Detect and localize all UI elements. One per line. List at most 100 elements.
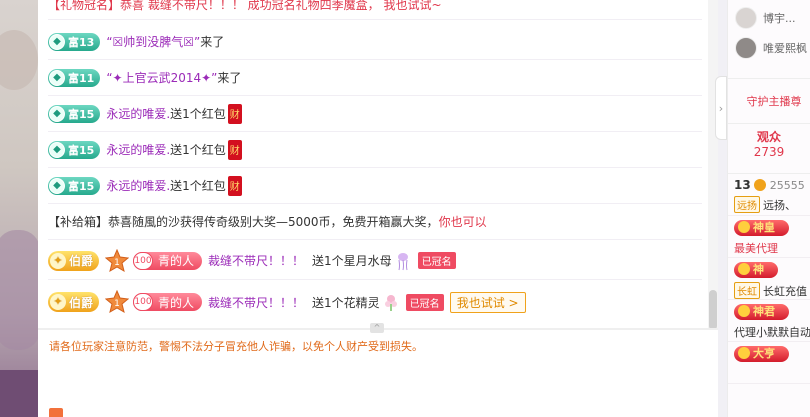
right-sidebar: 博宇... 唯爱熙枫 守护主播尊 观众 2739 13 25555 远扬 远扬、 … [727, 0, 810, 417]
chat-panel: 【礼物冠名】 恭喜 裁缝不带尺！！！ 成功冠名礼物四季魔盒， 我也试试~ ◆ 富1… [38, 0, 710, 417]
hongbao-action: 送1个红包 [170, 143, 226, 157]
collapse-handle[interactable]: ^ [370, 323, 384, 333]
wealth-level-text: 富15 [68, 179, 95, 193]
avatar [735, 7, 757, 29]
supply-box-tag: 【补给箱】 [48, 215, 109, 229]
viewer-name: 远扬、 [763, 199, 796, 212]
noble-badge-text: 神皇 [753, 221, 775, 234]
wealth-level-badge: ◆ 富11 [48, 68, 101, 87]
username-link[interactable]: 永远的唯爱. [106, 141, 170, 158]
viewer-tag: 远扬 [734, 196, 760, 213]
wing-icon: ✦ [50, 294, 66, 310]
red-envelope-icon[interactable]: 财 [227, 103, 242, 124]
entry-suffix: 来了 [200, 35, 225, 49]
avatar [735, 37, 757, 59]
announcement-tag: 【礼物冠名】 [48, 0, 121, 12]
hongbao-row: ◆ 富15 永远的唯爱. 送1个红包 财 [48, 96, 702, 132]
supply-box-link[interactable]: 你也可以 [439, 213, 487, 230]
fan-club-badge: 100 青的人 [133, 293, 203, 311]
viewer-item[interactable]: 大亨 [728, 342, 810, 384]
username-link[interactable]: 裁缝不带尺！！！ [208, 294, 304, 311]
noble-badge: 神君 [734, 304, 789, 320]
leaf-icon: ◆ [49, 177, 65, 194]
viewer-item[interactable]: 神君 代理小默默自动 [728, 300, 810, 342]
jellyfish-gift-icon [396, 251, 410, 271]
video-preview-strip [0, 0, 38, 417]
viewer-item[interactable]: 神 长虹 长虹充值 [728, 258, 810, 300]
chat-entry-row: ◆ 富11 “✦上官云武2014✦” 来了 [48, 60, 702, 96]
viewer-level: 13 [734, 178, 751, 192]
viewer-tag: 长虹 [734, 282, 760, 299]
wealth-level-badge: ◆ 富13 [48, 32, 101, 51]
crowned-tag: 已冠名 [405, 293, 444, 311]
viewer-name: 长虹充值 [763, 285, 807, 298]
fan-level-text: 100 [133, 293, 154, 311]
try-it-button[interactable]: 我也试试 > [449, 291, 526, 313]
noble-badge-text: 神 [753, 263, 764, 276]
wealth-level-text: 富13 [68, 35, 95, 49]
noble-badge: 神皇 [734, 220, 789, 236]
fan-level-text: 100 [133, 251, 154, 270]
guard-name: 唯爱熙枫 [763, 42, 807, 55]
user-level-star: 1 [104, 289, 130, 314]
audience-label: 观众 [756, 130, 781, 144]
wealth-level-badge: ◆ 富15 [48, 140, 101, 159]
crown-icon [738, 221, 750, 233]
viewer-item[interactable]: 神皇 最美代理 [728, 216, 810, 258]
gift-action: 送1个花精灵 [312, 295, 380, 310]
entry-suffix: 来了 [217, 71, 242, 85]
chat-entry-row: ◆ 富13 “☒帅到没脾气☒” 来了 [48, 24, 702, 60]
supply-box-text: 恭喜随風的沙获得传奇级别大奖—5000币，免费开箱赢大奖， [108, 215, 439, 229]
wealth-level-badge: ◆ 富15 [48, 176, 101, 195]
viewer-item[interactable]: 13 25555 远扬 远扬、 [728, 174, 810, 216]
announcement-text: 恭喜 裁缝不带尺！！！ 成功冠名礼物四季魔盒， 我也试试~ [120, 0, 442, 12]
username-link[interactable]: “✦上官云武2014✦” [106, 69, 217, 86]
username-link[interactable]: 永远的唯爱. [106, 177, 170, 194]
guard-anchor-link[interactable]: 守护主播尊 [728, 78, 810, 124]
user-level-text: 1 [114, 299, 120, 309]
audience-tab[interactable]: 观众 2739 [728, 124, 810, 174]
username-link[interactable]: “☒帅到没脾气☒” [106, 33, 200, 50]
crown-icon [738, 347, 750, 359]
wealth-level-text: 富11 [68, 71, 95, 85]
guard-item[interactable]: 唯爱熙枫 [728, 33, 810, 63]
fan-club-name: 青的人 [158, 295, 195, 310]
hongbao-action: 送1个红包 [170, 107, 226, 121]
noble-rank-text: 伯爵 [69, 254, 94, 268]
safety-notice: 请各位玩家注意防范，警惕不法分子冒充他人诈骗，以免个人财产受到损失。 [49, 340, 423, 353]
username-link[interactable]: 裁缝不带尺！！！ [208, 252, 304, 269]
username-link[interactable]: 永远的唯爱. [106, 105, 170, 122]
supply-box-announcement: 【补给箱】 恭喜随風的沙获得传奇级别大奖—5000币，免费开箱赢大奖， 你也可以 [48, 204, 702, 240]
noble-badge: 大亨 [734, 346, 789, 362]
audience-count: 2739 [753, 145, 785, 159]
noble-rank-text: 伯爵 [69, 295, 94, 310]
chat-scrollbar-thumb[interactable] [709, 290, 717, 330]
wealth-level-badge: ◆ 富15 [48, 104, 101, 123]
chevron-right-icon: › [718, 101, 724, 115]
wealth-level-text: 富15 [68, 143, 95, 157]
crowned-tag: 已冠名 [417, 252, 456, 269]
hongbao-row: ◆ 富15 永远的唯爱. 送1个红包 财 [48, 168, 702, 204]
expand-panel-tab[interactable]: › [715, 76, 727, 140]
guard-name: 博宇... [763, 12, 796, 25]
noble-badge: 神 [734, 262, 778, 278]
bottom-toolbar-icon[interactable] [49, 408, 63, 417]
wealth-level-text: 富15 [68, 107, 95, 121]
leaf-icon: ◆ [49, 33, 65, 50]
crown-icon [738, 305, 750, 317]
wing-icon: ✦ [50, 252, 66, 269]
gift-crown-announcement: 【礼物冠名】 恭喜 裁缝不带尺！！！ 成功冠名礼物四季魔盒， 我也试试~ [48, 0, 702, 20]
red-envelope-icon[interactable]: 财 [227, 175, 242, 196]
red-envelope-icon[interactable]: 财 [227, 139, 242, 160]
flower-fairy-gift-icon [384, 292, 398, 312]
noble-rank-badge: ✦ 伯爵 [48, 292, 100, 312]
viewer-name: 代理小默默自动 [734, 326, 810, 339]
chat-scrollbar-track[interactable] [708, 0, 718, 330]
hongbao-row: ◆ 富15 永远的唯爱. 送1个红包 财 [48, 132, 702, 168]
crown-icon [754, 179, 767, 191]
viewer-name: 最美代理 [734, 242, 778, 255]
guard-item[interactable]: 博宇... [728, 3, 810, 33]
noble-badge-text: 大亨 [753, 347, 775, 360]
crown-icon [738, 263, 750, 275]
leaf-icon: ◆ [49, 105, 65, 122]
